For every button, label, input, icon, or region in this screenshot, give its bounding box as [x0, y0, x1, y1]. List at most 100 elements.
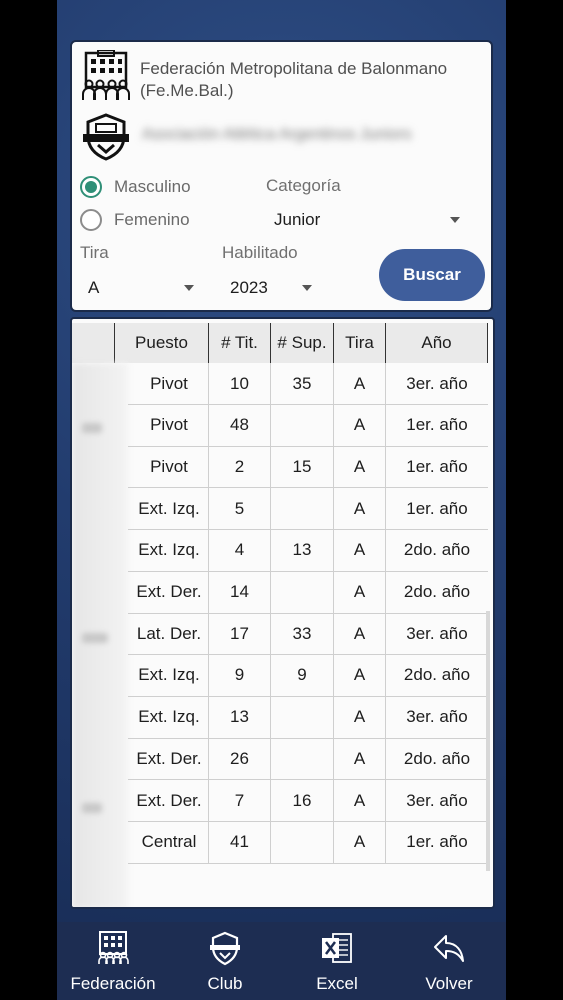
- table-cell: Lat. Der.: [128, 613, 210, 656]
- table-cell: 3er. año: [385, 696, 488, 739]
- table-cell: 2do. año: [385, 571, 488, 614]
- table-cell: 7: [208, 780, 270, 822]
- table-cell: Ext. Izq.: [128, 697, 210, 739]
- table-row[interactable]: Pivot 2 15 A 1er. año: [128, 446, 491, 489]
- table-row[interactable]: Pivot 10 35 A 3er. año: [128, 363, 491, 405]
- header-tira[interactable]: Tira: [333, 323, 385, 363]
- table-cell: 1er. año: [385, 446, 488, 489]
- table-cell: 9: [208, 654, 270, 697]
- table-cell: Ext. Der.: [128, 780, 210, 822]
- club-shield-icon: [210, 931, 240, 966]
- habilitado-select[interactable]: 2023: [230, 278, 316, 302]
- club-shield-icon: [83, 113, 129, 161]
- table-cell: A: [333, 571, 385, 614]
- bottom-navbar: Federación Club Excel Volver: [57, 922, 506, 1000]
- table-cell: Ext. Izq.: [128, 655, 210, 697]
- tira-label: Tira: [80, 243, 109, 262]
- blurred-names-column: [72, 363, 128, 907]
- header-puesto[interactable]: Puesto: [114, 323, 208, 363]
- table-row[interactable]: Ext. Der. 14 A 2do. año: [128, 571, 491, 614]
- table-cell: A: [333, 446, 385, 489]
- players-table: Puesto # Tit. # Sup. Tira Año Pivot 10 35 A…: [70, 317, 495, 909]
- scrollbar[interactable]: [486, 611, 490, 871]
- table-cell: A: [333, 696, 385, 739]
- table-cell: Ext. Der.: [128, 738, 210, 781]
- filter-card: Federación Metropolitana de Balonmano (F…: [70, 40, 493, 312]
- table-cell: 2do. año: [385, 738, 488, 781]
- radio-femenino-label: Femenino: [114, 210, 190, 229]
- table-cell: 2do. año: [385, 654, 488, 697]
- radio-dot: [80, 209, 102, 231]
- chevron-down-icon: [450, 217, 460, 223]
- header-titulares[interactable]: # Tit.: [208, 323, 270, 363]
- table-cell: A: [333, 488, 385, 531]
- table-row[interactable]: Ext. Der. 7 16 A 3er. año: [128, 780, 491, 822]
- table-cell: [270, 696, 333, 739]
- habilitado-label: Habilitado: [222, 243, 298, 262]
- table-cell: [270, 404, 333, 447]
- table-cell: [270, 821, 333, 864]
- table-cell: 13: [270, 529, 333, 572]
- table-cell: 1er. año: [385, 488, 488, 531]
- table-cell: Pivot: [128, 363, 210, 405]
- table-cell: [270, 488, 333, 531]
- table-cell: 16: [270, 780, 333, 822]
- table-header: Puesto # Tit. # Sup. Tira Año: [72, 319, 493, 363]
- table-cell: 15: [270, 446, 333, 489]
- chevron-down-icon: [302, 285, 312, 291]
- table-row[interactable]: Central 41 A 1er. año: [128, 821, 491, 864]
- chevron-down-icon: [184, 285, 194, 291]
- building-people-icon: [82, 50, 130, 100]
- table-cell: 33: [270, 613, 333, 656]
- nav-volver[interactable]: Volver: [393, 922, 505, 1000]
- table-row[interactable]: Ext. Izq. 13 A 3er. año: [128, 696, 491, 739]
- club-name: Asociación Atlética Argentinos Juniors: [142, 126, 412, 143]
- excel-icon: [322, 933, 352, 963]
- table-cell: 2do. año: [385, 529, 488, 572]
- radio-dot-selected: [80, 176, 102, 198]
- table-cell: 10: [208, 363, 270, 405]
- search-button[interactable]: Buscar: [379, 249, 485, 301]
- table-row[interactable]: Ext. Izq. 5 A 1er. año: [128, 488, 491, 531]
- tira-select[interactable]: A: [88, 278, 198, 302]
- nav-volver-label: Volver: [425, 974, 473, 993]
- table-row[interactable]: Pivot 48 A 1er. año: [128, 404, 491, 447]
- table-cell: [270, 738, 333, 781]
- table-row[interactable]: Ext. Izq. 9 9 A 2do. año: [128, 654, 491, 697]
- tira-value: A: [88, 278, 100, 297]
- table-cell: 2: [208, 446, 270, 489]
- nav-club[interactable]: Club: [169, 922, 281, 1000]
- table-cell: Pivot: [128, 405, 210, 447]
- app-screen: Federación Metropolitana de Balonmano (F…: [57, 0, 506, 1000]
- radio-masculino-label: Masculino: [114, 177, 191, 196]
- header-anio[interactable]: Año: [385, 323, 488, 363]
- federation-building-icon: [98, 931, 129, 964]
- table-cell: 1er. año: [385, 404, 488, 447]
- table-cell: A: [333, 529, 385, 572]
- nav-federacion-label: Federación: [70, 974, 156, 993]
- table-row[interactable]: Lat. Der. 17 33 A 3er. año: [128, 613, 491, 656]
- nav-excel[interactable]: Excel: [281, 922, 393, 1000]
- table-cell: 3er. año: [385, 780, 488, 822]
- table-cell: 3er. año: [385, 613, 488, 656]
- categoria-select[interactable]: Junior: [274, 210, 464, 234]
- table-cell: Ext. Izq.: [128, 488, 210, 531]
- club-row: Asociación Atlética Argentinos Juniors: [80, 112, 484, 164]
- nav-club-label: Club: [207, 974, 243, 993]
- table-cell: 4: [208, 529, 270, 572]
- table-cell: 14: [208, 571, 270, 614]
- table-cell: A: [333, 363, 385, 405]
- table-row[interactable]: Ext. Der. 26 A 2do. año: [128, 738, 491, 781]
- federation-name: Federación Metropolitana de Balonmano (F…: [140, 59, 448, 100]
- nav-federacion[interactable]: Federación: [57, 922, 169, 1000]
- table-cell: 3er. año: [385, 363, 488, 405]
- table-row[interactable]: Ext. Izq. 4 13 A 2do. año: [128, 529, 491, 572]
- table-cell: Pivot: [128, 446, 210, 489]
- table-cell: A: [333, 654, 385, 697]
- table-cell: 48: [208, 404, 270, 447]
- table-cell: A: [333, 738, 385, 781]
- header-suplentes[interactable]: # Sup.: [270, 323, 333, 363]
- table-cell: 9: [270, 654, 333, 697]
- table-cell: A: [333, 613, 385, 656]
- table-cell: A: [333, 780, 385, 822]
